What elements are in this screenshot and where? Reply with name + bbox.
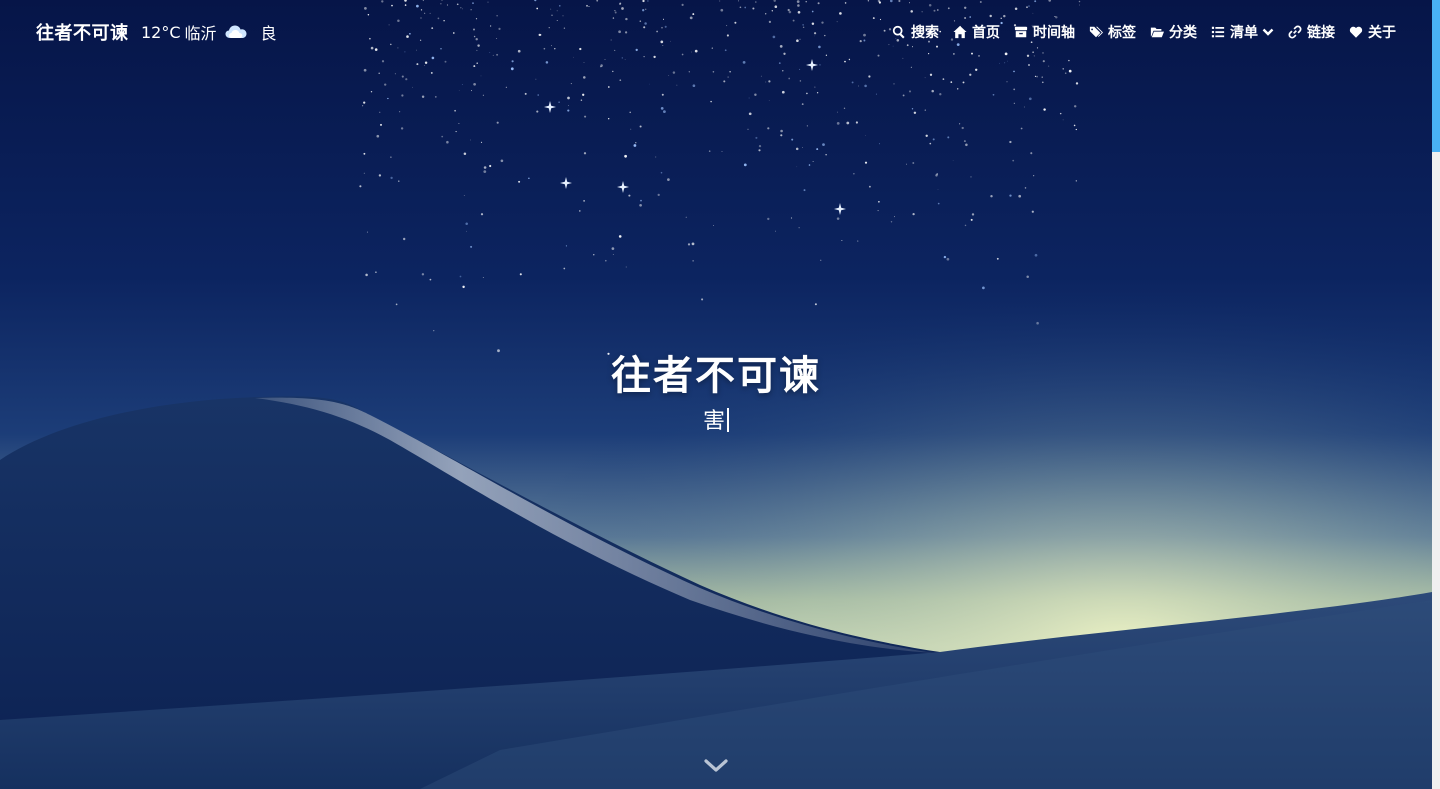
nav-categories[interactable]: 分类 (1150, 22, 1197, 42)
chevron-down-icon (1262, 28, 1274, 36)
air-quality-label: 良 (260, 24, 277, 43)
top-navbar: 往者不可谏 12°C 临沂 良 搜索 首页 时间轴 标签 分类 清单 链接 关于 (0, 0, 1432, 64)
nav-links-label: 链接 (1307, 25, 1335, 41)
weather-city: 临沂 (184, 24, 217, 43)
tags-icon (1089, 26, 1103, 38)
link-icon (1288, 25, 1302, 39)
typed-subtitle-text: 害 (702, 409, 725, 434)
nav-list-label: 清单 (1230, 25, 1258, 41)
main-nav: 搜索 首页 时间轴 标签 分类 清单 链接 关于 (892, 22, 1396, 42)
site-brand[interactable]: 往者不可谏 (36, 19, 129, 45)
nav-list-dropdown[interactable]: 清单 (1211, 22, 1274, 42)
hero-banner: 往者不可谏 12°C 临沂 良 搜索 首页 时间轴 标签 分类 清单 链接 关于… (0, 0, 1440, 789)
nav-links[interactable]: 链接 (1288, 22, 1335, 42)
heart-icon (1349, 26, 1363, 38)
scrollbar-thumb[interactable] (1432, 0, 1440, 152)
scroll-down-chevron-icon[interactable] (703, 756, 729, 774)
search-icon (892, 25, 905, 39)
site-subtitle: 害 (0, 403, 1432, 435)
archive-icon (1014, 26, 1028, 38)
site-title: 往者不可谏 (611, 353, 821, 399)
cloud-icon (225, 24, 247, 40)
weather-temperature: 12°C (141, 22, 181, 42)
nav-categories-label: 分类 (1169, 25, 1197, 41)
nav-tags-label: 标签 (1108, 25, 1136, 41)
nav-about[interactable]: 关于 (1349, 22, 1396, 42)
nav-tags[interactable]: 标签 (1089, 22, 1136, 42)
list-icon (1211, 26, 1225, 38)
nav-home[interactable]: 首页 (953, 22, 1000, 42)
nav-timeline-label: 时间轴 (1033, 25, 1075, 41)
typing-cursor (727, 408, 729, 432)
nav-timeline[interactable]: 时间轴 (1014, 22, 1075, 42)
folder-icon (1150, 27, 1164, 38)
weather-widget: 12°C 临沂 良 (141, 20, 277, 44)
home-icon (953, 25, 967, 39)
nav-search[interactable]: 搜索 (892, 22, 939, 42)
nav-about-label: 关于 (1368, 25, 1396, 41)
nav-home-label: 首页 (972, 25, 1000, 41)
nav-search-label: 搜索 (911, 25, 939, 41)
